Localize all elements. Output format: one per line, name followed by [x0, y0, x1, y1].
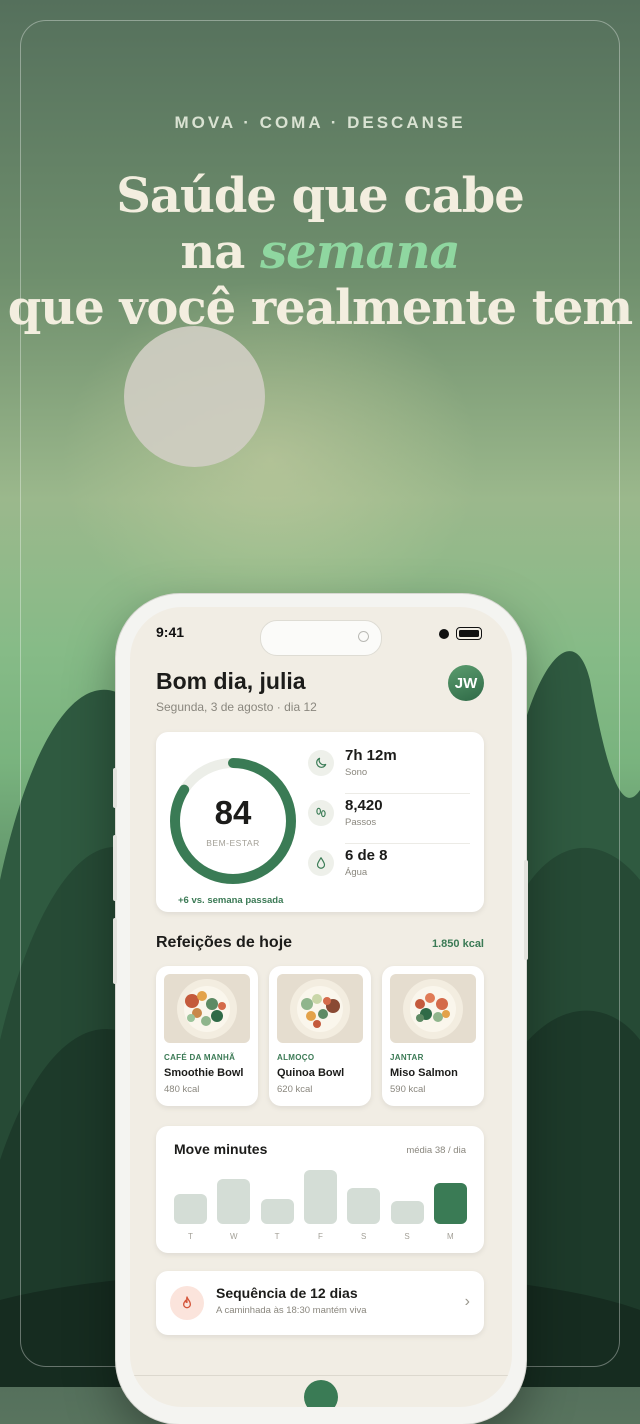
move-bar-5 [390, 1201, 424, 1224]
eyebrow-tagline: MOVA · COMA · DESCANSE [174, 113, 466, 132]
move-bar-1 [217, 1179, 251, 1224]
move-bar-label-4: S [361, 1232, 367, 1241]
dynamic-island [260, 620, 382, 656]
sun-circle [124, 326, 265, 467]
move-bar-label-3: F [317, 1232, 323, 1241]
meal-name: Smoothie Bowl [164, 1067, 244, 1079]
meal-image-smoothie-bowl [164, 974, 250, 1043]
meal-card-breakfast[interactable]: CAFÉ DA MANHÃ Smoothie Bowl 480 kcal [156, 966, 258, 1106]
greeting-title: Bom dia, julia [156, 668, 306, 694]
meal-kcal: 590 kcal [390, 1084, 426, 1095]
meal-category: ALMOÇO [277, 1053, 315, 1062]
wellness-score-label: BEM-ESTAR [206, 838, 260, 848]
tab-bar-divider [130, 1375, 512, 1376]
battery-icon [456, 627, 482, 640]
meal-kcal: 480 kcal [164, 1084, 200, 1095]
tab-bar-center-button[interactable] [304, 1380, 338, 1407]
water-drop-icon [308, 850, 334, 876]
footprints-icon [308, 800, 334, 826]
phone-button-left-1 [113, 768, 117, 808]
metric-water-value: 6 de 8 [345, 847, 388, 864]
avatar[interactable]: JW [448, 665, 484, 701]
move-minutes-average: média 38 / dia [406, 1145, 466, 1156]
meals-total-kcal: 1.850 kcal [432, 938, 484, 950]
meal-card-lunch[interactable]: ALMOÇO Quinoa Bowl 620 kcal [269, 966, 371, 1106]
streak-subtitle: A caminhada às 18:30 mantém viva [216, 1305, 367, 1316]
streak-title: Sequência de 12 dias [216, 1285, 358, 1301]
metric-steps-label: Passos [345, 817, 377, 828]
meals-section-title: Refeições de hoje [156, 934, 293, 951]
move-bar-4 [347, 1188, 381, 1224]
headline-accent-word: semana [260, 224, 460, 280]
camera-icon [358, 631, 369, 642]
meal-category: JANTAR [390, 1053, 424, 1062]
status-time: 9:41 [156, 624, 185, 640]
metric-steps[interactable]: 8,420 Passos [308, 794, 470, 844]
headline-line-3: que você realmente tem [7, 280, 633, 336]
headline-line-2: na semana [0, 224, 640, 280]
move-bar-2 [260, 1199, 294, 1224]
metric-water-label: Água [345, 867, 368, 878]
meal-image-quinoa-bowl [277, 974, 363, 1043]
metric-water[interactable]: 6 de 8 Água [308, 844, 470, 894]
meal-image-miso-salmon [390, 974, 476, 1043]
moon-icon [308, 750, 334, 776]
move-bar-3 [303, 1170, 337, 1224]
move-bar-label-6: M [446, 1232, 454, 1241]
move-bar-label-0: T [188, 1232, 193, 1241]
meal-name: Miso Salmon [390, 1067, 458, 1079]
meal-kcal: 620 kcal [277, 1084, 313, 1095]
wellness-score-value: 84 [214, 794, 252, 831]
move-bar-label-5: S [404, 1232, 410, 1241]
wellness-score-delta: +6 vs. semana passada [178, 895, 284, 906]
headline-line-1: Saúde que cabe [116, 168, 525, 224]
move-bar-6 [433, 1183, 467, 1224]
metric-sleep[interactable]: 7h 12m Sono [308, 744, 470, 794]
poster-headline: Saúde que cabe na semana que você realme… [0, 168, 640, 336]
signal-dot-icon [439, 629, 449, 639]
meal-name: Quinoa Bowl [277, 1067, 345, 1079]
wellness-card[interactable]: 84 BEM-ESTAR +6 vs. semana passada 7h 12… [156, 732, 484, 912]
meal-category: CAFÉ DA MANHÃ [164, 1053, 236, 1062]
meal-card-dinner[interactable]: JANTAR Miso Salmon 590 kcal [382, 966, 484, 1106]
move-bar-0 [174, 1194, 207, 1224]
metric-steps-value: 8,420 [345, 797, 383, 814]
metric-sleep-value: 7h 12m [345, 747, 397, 764]
flame-icon [170, 1286, 204, 1320]
move-minutes-card[interactable]: Move minutes média 38 / dia T W T F S S M [156, 1126, 484, 1253]
headline-line-2-pre: na [180, 224, 261, 280]
streak-card[interactable]: Sequência de 12 dias A caminhada às 18:3… [156, 1271, 484, 1335]
move-minutes-title: Move minutes [174, 1141, 268, 1157]
chevron-right-icon[interactable]: › [465, 1293, 470, 1311]
move-bar-label-2: T [274, 1232, 280, 1241]
metric-sleep-label: Sono [345, 767, 368, 778]
app-screen: 9:41 Bom dia, julia Segunda, 3 de agosto… [130, 607, 512, 1407]
phone-button-right [524, 860, 528, 960]
phone-button-left-3 [113, 918, 117, 984]
date-subtitle: Segunda, 3 de agosto · dia 12 [156, 700, 317, 714]
move-bar-label-1: W [230, 1232, 238, 1241]
phone-button-left-2 [113, 835, 117, 901]
